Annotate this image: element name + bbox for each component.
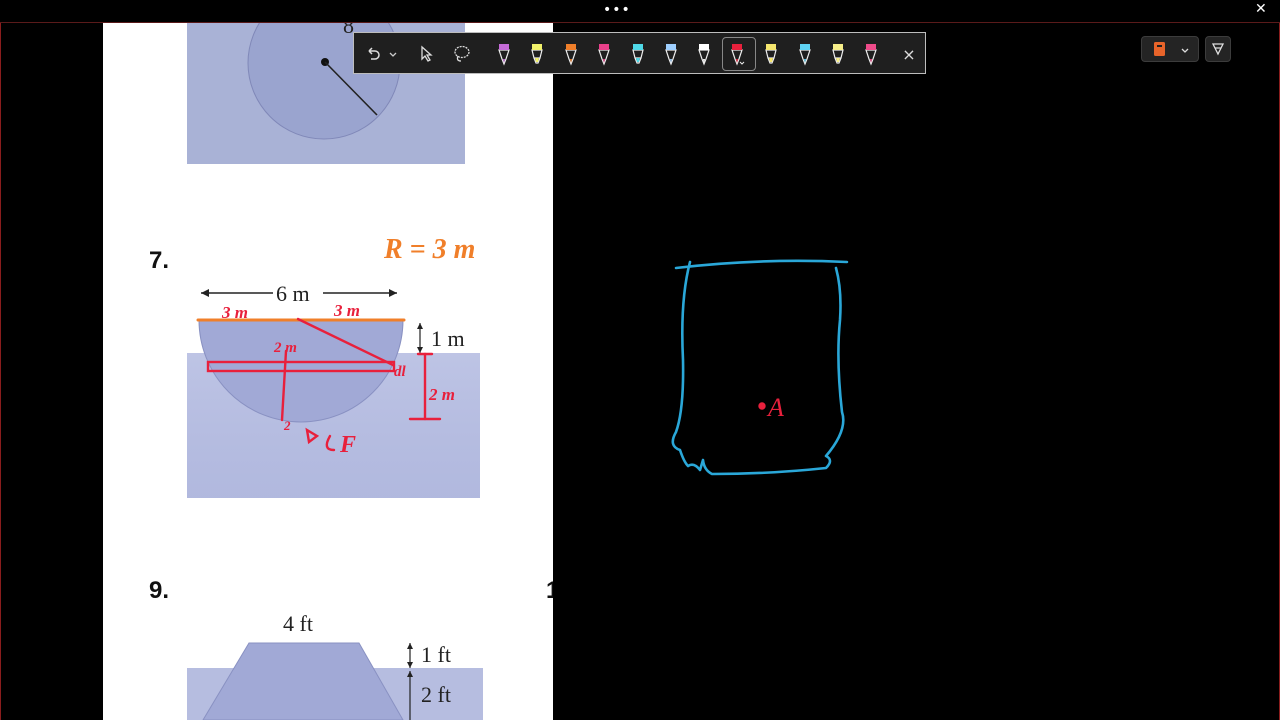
height-label: 1 m xyxy=(431,326,465,351)
pen-icon xyxy=(730,44,745,66)
pen-red-selected-button[interactable] xyxy=(721,37,756,71)
pen-icon xyxy=(665,44,677,66)
width-label: 6 m xyxy=(276,281,310,306)
pen-icon xyxy=(698,44,711,66)
undo-icon xyxy=(368,47,380,60)
highlighter-yellow-button[interactable] xyxy=(525,41,549,67)
highlighter-icon xyxy=(631,44,644,64)
notebook-selector[interactable] xyxy=(1141,36,1199,62)
pen-orange-button[interactable] xyxy=(559,41,583,67)
pen-light-blue-button[interactable] xyxy=(659,41,683,67)
highlighter-icon xyxy=(531,44,544,64)
problem-7-number: 7. xyxy=(149,247,170,274)
pen-icon xyxy=(865,44,878,66)
undo-dropdown-button[interactable] xyxy=(386,41,400,67)
top-width-label: 4 ft xyxy=(283,611,313,636)
select-tool-button[interactable] xyxy=(414,41,438,67)
depth-2-label: 2 ft xyxy=(421,682,451,707)
highlighter-yellow-2-button[interactable] xyxy=(759,41,783,67)
pen-toolbar: × xyxy=(353,32,926,74)
title-bar: ••• ✕ xyxy=(0,0,1280,23)
pen-purple-button[interactable] xyxy=(492,41,516,67)
cursor-icon xyxy=(421,45,433,62)
pen-cyan-button[interactable] xyxy=(793,41,817,67)
pen-icon xyxy=(564,44,577,66)
figure-semicircle-plate xyxy=(187,289,480,498)
pen-icon xyxy=(798,44,811,66)
lasso-icon xyxy=(454,45,470,62)
highlighter-icon xyxy=(765,44,777,64)
pen-tip-icon xyxy=(1211,43,1225,56)
more-dots-icon[interactable]: ••• xyxy=(603,2,631,18)
highlighter-cyan-button[interactable] xyxy=(626,41,650,67)
lasso-tool-button[interactable] xyxy=(450,41,474,67)
pen-icon xyxy=(598,44,611,66)
highlighter-yellow-3-button[interactable] xyxy=(826,41,850,67)
document-page: 8 7. 6 m 1 m 9. 4 ft 1 ft 2 ft 1 xyxy=(103,23,553,720)
pen-pink-2-button[interactable] xyxy=(859,41,883,67)
pen-mode-button[interactable] xyxy=(1205,36,1231,62)
pen-icon xyxy=(498,44,510,66)
undo-button[interactable] xyxy=(362,41,384,67)
chevron-down-icon xyxy=(389,52,397,57)
window-close-icon[interactable]: ✕ xyxy=(1255,1,1267,17)
pen-white-button[interactable] xyxy=(692,41,716,67)
highlighter-icon xyxy=(832,44,844,64)
chevron-down-icon xyxy=(1181,48,1189,53)
problem-9-number: 9. xyxy=(149,577,170,604)
depth-1-label: 1 ft xyxy=(421,642,451,667)
partial-problem-number: 1 xyxy=(546,577,553,604)
toolbar-close-button[interactable]: × xyxy=(900,41,918,67)
pen-pink-button[interactable] xyxy=(592,41,616,67)
notebook-icon xyxy=(1154,42,1165,56)
